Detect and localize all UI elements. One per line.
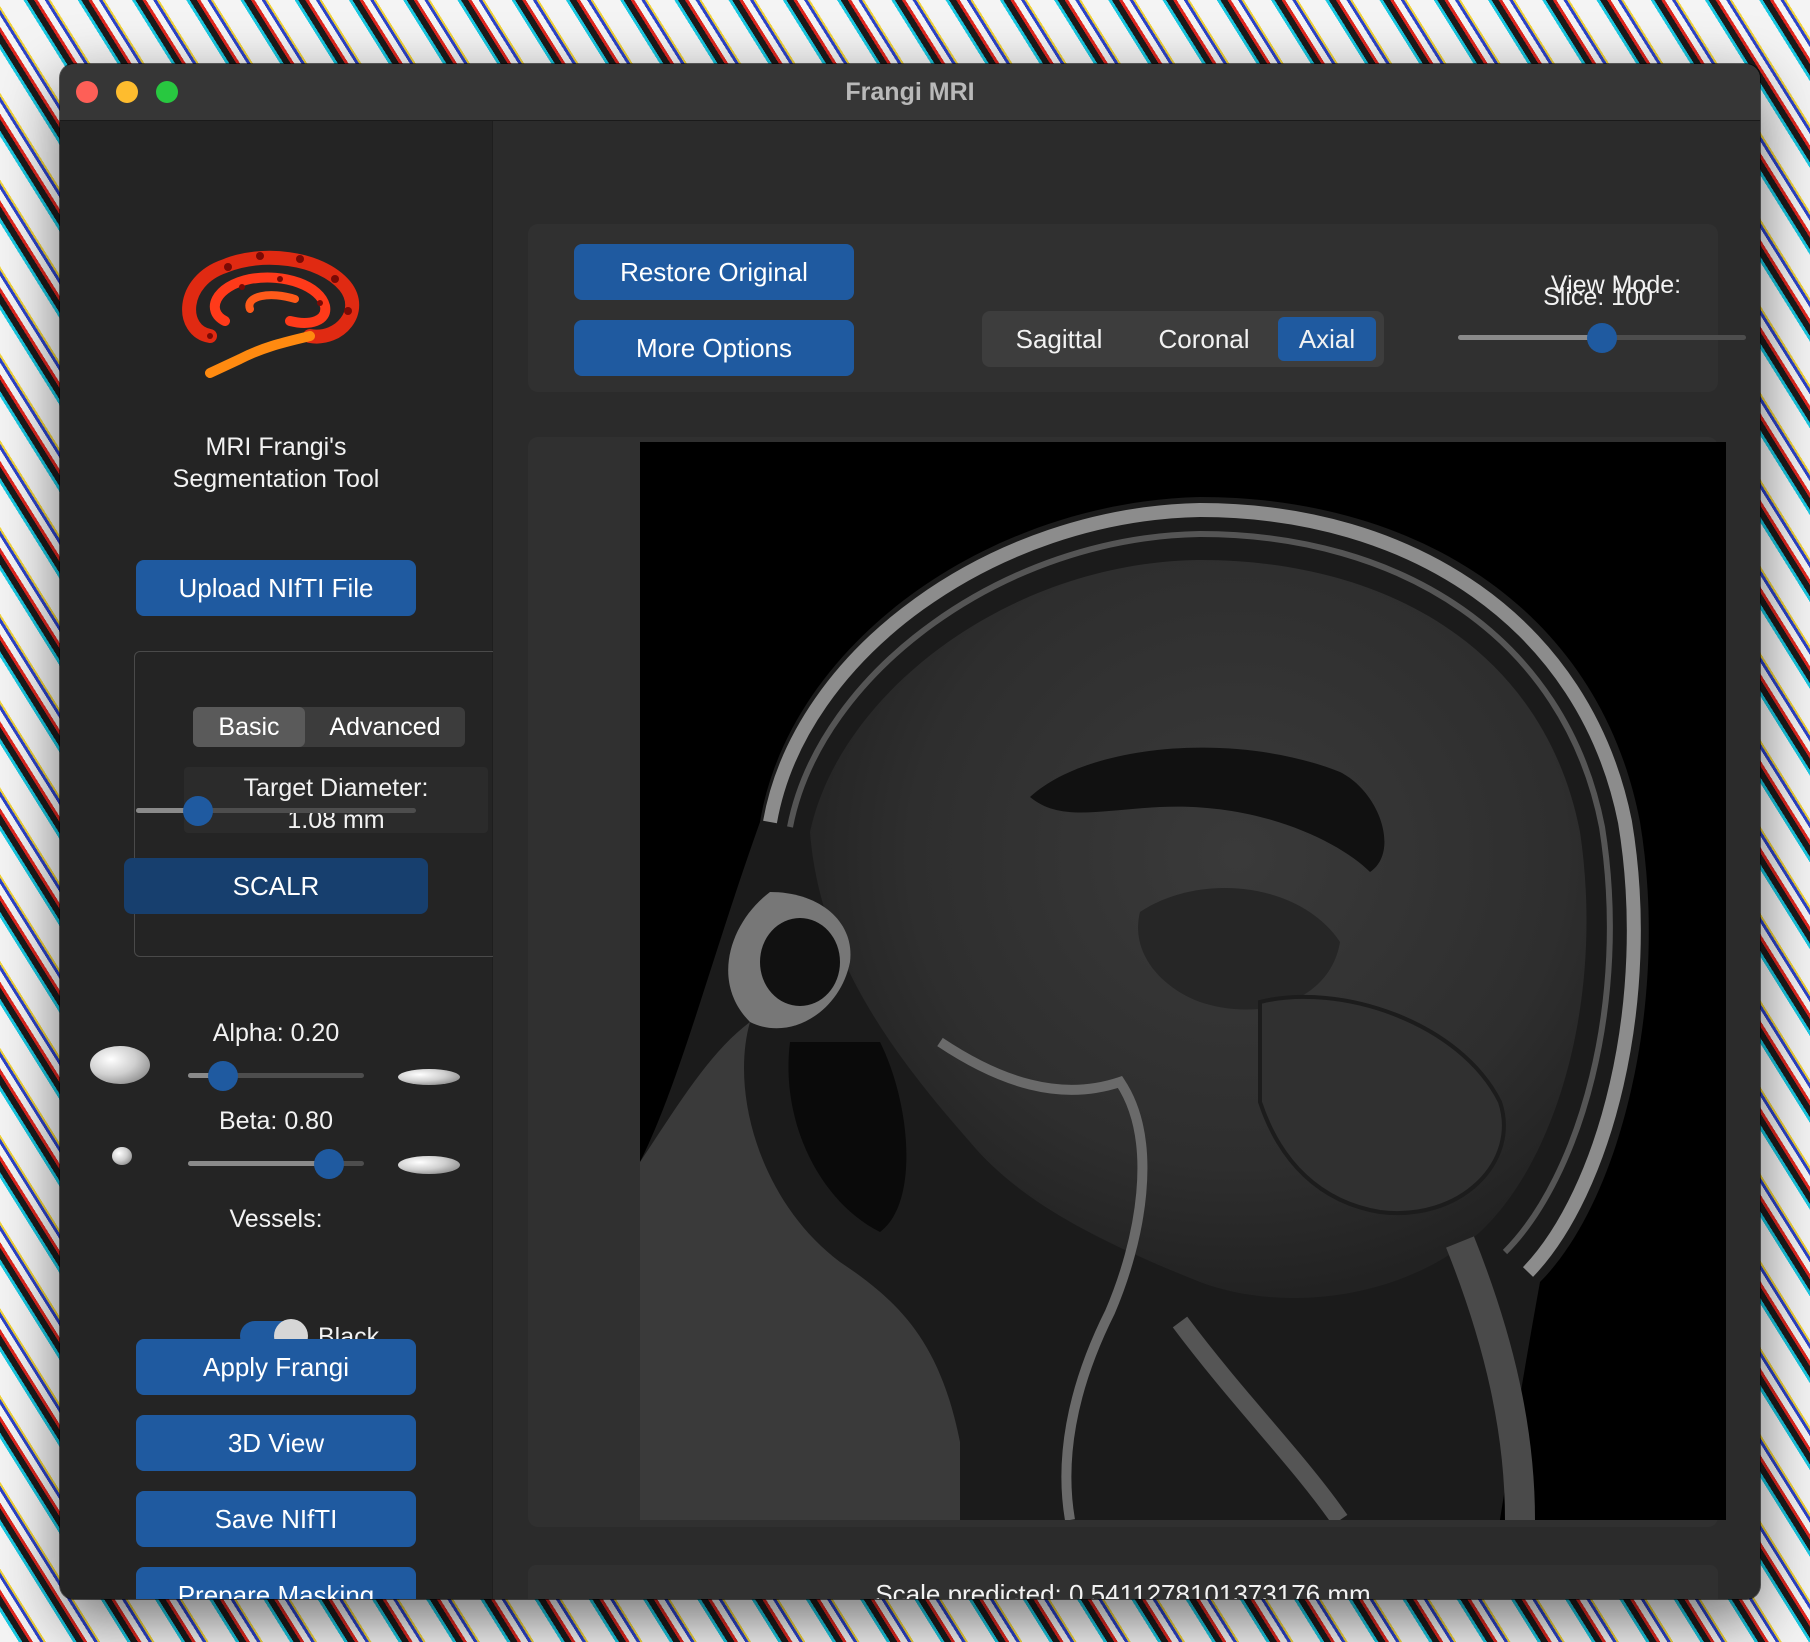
view-mode-selector: Sagittal Coronal Axial	[982, 311, 1384, 367]
beta-slider-fill	[188, 1161, 329, 1166]
beta-slider-knob[interactable]	[313, 1148, 344, 1179]
view-mode-sagittal[interactable]: Sagittal	[988, 317, 1130, 361]
status-bar: Scale predicted: 0.5411278101373176 mm	[528, 1565, 1718, 1599]
vessels-label: Vessels:	[229, 1205, 323, 1233]
mri-sagittal-head-image	[640, 497, 1649, 1520]
tab-advanced[interactable]: Advanced	[305, 707, 465, 747]
apply-frangi-button[interactable]: Apply Frangi	[136, 1339, 416, 1395]
app-name-line1: MRI Frangi's	[205, 433, 347, 461]
restore-original-button[interactable]: Restore Original	[574, 244, 854, 300]
save-nifti-button[interactable]: Save NIfTI	[136, 1491, 416, 1547]
3d-view-button[interactable]: 3D View	[136, 1415, 416, 1471]
beta-high-shape-icon	[398, 1156, 460, 1174]
view-mode-axial[interactable]: Axial	[1278, 317, 1376, 361]
view-mode-coronal[interactable]: Coronal	[1130, 317, 1278, 361]
slice-slider-fill	[1458, 335, 1602, 340]
slice-label: Slice: 100	[1543, 283, 1653, 311]
alpha-slider-knob[interactable]	[208, 1060, 239, 1091]
app-window: Frangi MRI MRI Frangi's Segmentation Too…	[60, 64, 1760, 1599]
target-diameter-label: Target Diameter:	[243, 774, 429, 802]
slice-slider[interactable]	[1458, 322, 1746, 353]
more-options-button[interactable]: More Options	[574, 320, 854, 376]
beta-slider[interactable]	[188, 1148, 364, 1179]
window-title: Frangi MRI	[845, 78, 975, 106]
title-bar: Frangi MRI	[60, 64, 1760, 121]
target-diameter-slider-knob[interactable]	[182, 795, 213, 826]
brain-logo-icon	[182, 250, 360, 378]
settings-tabs: Basic Advanced	[193, 707, 465, 747]
target-diameter-slider[interactable]	[136, 795, 416, 826]
upload-nifti-button[interactable]: Upload NIfTI File	[136, 560, 416, 616]
prepare-masking-button[interactable]: Prepare Masking	[136, 1567, 416, 1599]
scalr-button[interactable]: SCALR	[124, 858, 428, 914]
slice-slider-knob[interactable]	[1587, 322, 1617, 353]
tab-basic[interactable]: Basic	[193, 707, 305, 747]
beta-low-shape-icon	[112, 1147, 132, 1165]
target-diameter-readout: Target Diameter: 1.08 mm	[184, 767, 488, 834]
scale-predicted-status: Scale predicted: 0.5411278101373176 mm	[875, 1579, 1371, 1599]
alpha-low-shape-icon	[90, 1046, 150, 1084]
beta-label: Beta: 0.80	[219, 1107, 333, 1135]
mri-slice-image[interactable]	[640, 442, 1726, 1520]
alpha-high-shape-icon	[398, 1069, 460, 1085]
main-panel: Restore Original More Options View Mode:…	[493, 121, 1760, 1599]
app-name-line2: Segmentation Tool	[172, 465, 380, 493]
alpha-slider[interactable]	[188, 1060, 364, 1091]
sidebar: MRI Frangi's Segmentation Tool Upload NI…	[60, 121, 498, 1599]
alpha-label: Alpha: 0.20	[212, 1019, 340, 1047]
